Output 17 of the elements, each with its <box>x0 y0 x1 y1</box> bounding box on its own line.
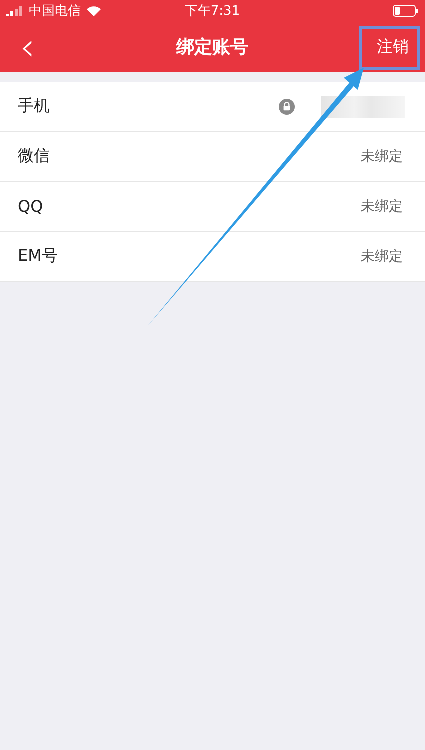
battery-icon <box>393 5 419 17</box>
page-title: 绑定账号 <box>176 36 248 59</box>
account-label: EM号 <box>18 246 59 267</box>
wifi-icon <box>86 5 102 17</box>
account-label: 微信 <box>18 146 51 167</box>
carrier-name: 中国电信 <box>29 3 81 20</box>
account-label: 手机 <box>18 96 51 117</box>
lock-icon <box>279 98 295 114</box>
binding-status: 未绑定 <box>361 198 403 216</box>
back-button[interactable]: ‹ <box>14 28 42 66</box>
signal-icon <box>6 6 24 16</box>
account-label: QQ <box>18 197 44 216</box>
status-time: 下午7:31 <box>184 3 240 20</box>
binding-status: 未绑定 <box>361 148 403 166</box>
binding-status: 未绑定 <box>361 248 403 266</box>
highlight-frame <box>360 26 420 70</box>
logout-button[interactable]: 注销 <box>367 28 419 66</box>
